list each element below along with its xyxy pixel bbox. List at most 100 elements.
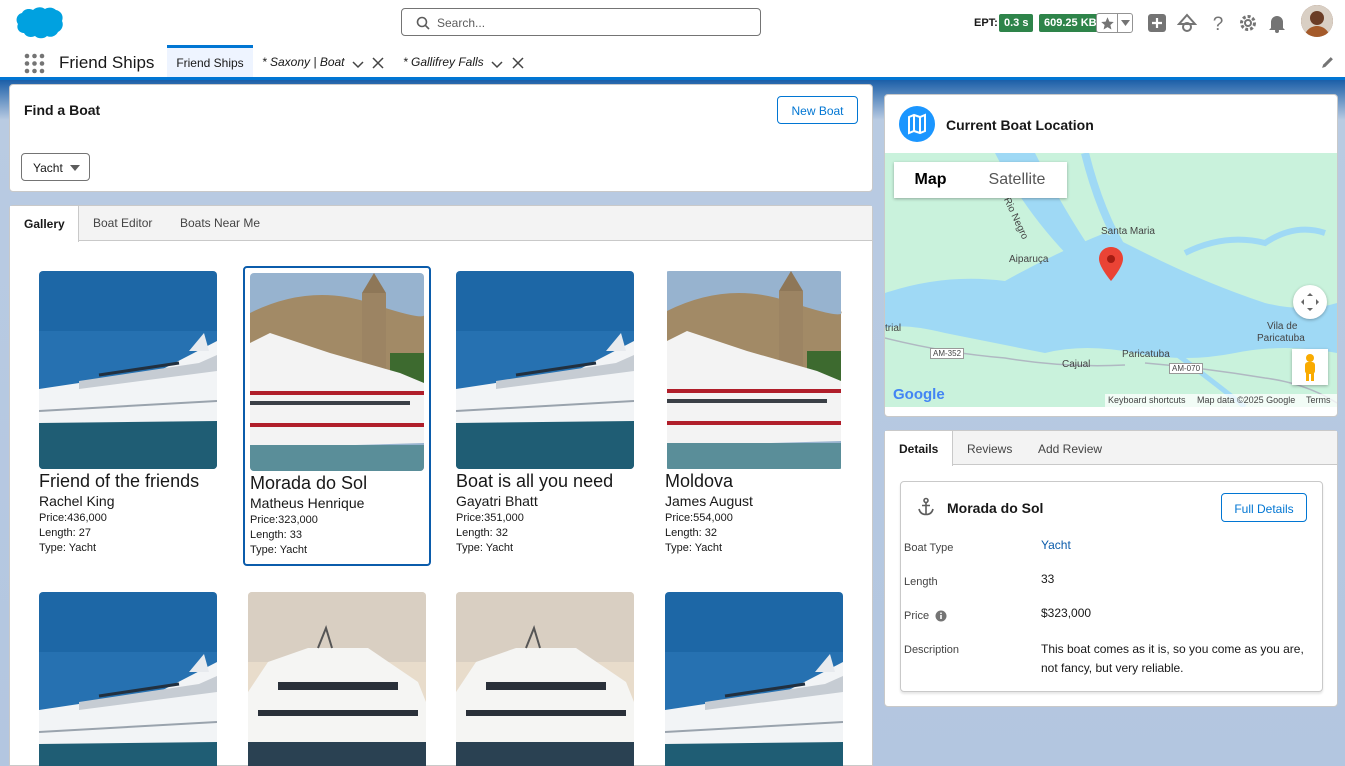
- tab-friend-ships[interactable]: Friend Ships: [167, 45, 253, 77]
- gear-icon[interactable]: [1238, 13, 1258, 33]
- boat-owner: James August: [665, 493, 753, 509]
- boat-image: [39, 271, 217, 469]
- star-icon: [1101, 17, 1114, 30]
- map-type-map[interactable]: Map: [894, 162, 967, 198]
- boat-image: [250, 273, 424, 471]
- field-value-boat-type[interactable]: Yacht: [1041, 538, 1071, 552]
- boat-image: [456, 271, 634, 469]
- tab-gallifrey-chevron-down-icon[interactable]: [491, 58, 503, 70]
- boat-length: Length: 32: [456, 527, 508, 539]
- map-title: Current Boat Location: [946, 117, 1094, 133]
- map-type-satellite[interactable]: Satellite: [967, 162, 1067, 198]
- pegman-button[interactable]: [1292, 349, 1328, 385]
- map-keyboard-shortcuts[interactable]: Keyboard shortcuts: [1108, 395, 1186, 405]
- favorites-button[interactable]: [1096, 13, 1133, 33]
- global-search-input[interactable]: Search...: [401, 8, 761, 36]
- tab-gallery[interactable]: Gallery: [10, 206, 79, 242]
- boat-price: Price:323,000: [250, 514, 318, 526]
- salesforce-logo[interactable]: [12, 6, 64, 42]
- boat-tile-1[interactable]: Friend of the friends Rachel King Price:…: [39, 271, 217, 554]
- boat-tile-8[interactable]: [665, 592, 843, 766]
- field-label-boat-type: Boat Type: [904, 542, 954, 554]
- boat-tile-6[interactable]: [248, 592, 426, 766]
- ept-label: EPT:: [974, 17, 998, 29]
- boat-image: [456, 592, 634, 766]
- boat-name: Moldova: [665, 471, 734, 491]
- boat-type-select[interactable]: Yacht: [21, 153, 90, 181]
- move-arrows-icon: [1301, 293, 1319, 311]
- user-avatar[interactable]: [1301, 5, 1333, 37]
- field-value-description: This boat comes as it is, so you come as…: [1041, 642, 1304, 675]
- tab-saxony-chevron-down-icon[interactable]: [352, 58, 364, 70]
- boat-length: Length: 27: [39, 527, 91, 539]
- find-boat-title: Find a Boat: [24, 102, 101, 118]
- anchor-icon: [918, 497, 934, 516]
- boat-price: Price:351,000: [456, 512, 524, 524]
- info-icon[interactable]: [935, 610, 947, 622]
- map-pin-icon[interactable]: [1099, 247, 1123, 281]
- map-label-cajual: Cajual: [1062, 359, 1091, 370]
- help-icon[interactable]: ?: [1208, 13, 1228, 33]
- field-label-length: Length: [904, 576, 938, 588]
- dropdown-arrow-icon: [70, 165, 80, 171]
- tab-boats-near-me[interactable]: Boats Near Me: [180, 216, 260, 230]
- chevron-down-icon: [1121, 20, 1130, 26]
- tab-boat-editor[interactable]: Boat Editor: [93, 216, 152, 230]
- notification-bell-icon[interactable]: [1267, 13, 1287, 33]
- ept-badge: 0.3 s: [999, 14, 1034, 32]
- boat-image: [248, 592, 426, 766]
- google-logo: Google: [893, 386, 945, 403]
- map-icon: [899, 106, 935, 142]
- map-label-aiparuca: Aiparuça: [1009, 254, 1049, 265]
- boat-tile-4[interactable]: Moldova James August Price:554,000 Lengt…: [665, 271, 843, 554]
- boat-image: [665, 271, 843, 469]
- tab-reviews[interactable]: Reviews: [967, 442, 1012, 456]
- map-data-credit: Map data ©2025 Google: [1197, 395, 1296, 405]
- boat-type: Type: Yacht: [250, 544, 308, 556]
- boat-type: Type: Yacht: [665, 542, 723, 554]
- boat-price: Price:554,000: [665, 512, 733, 524]
- tab-add-review[interactable]: Add Review: [1038, 442, 1102, 456]
- find-boat-card: [9, 84, 873, 192]
- boat-type: Type: Yacht: [456, 542, 514, 554]
- app-name: Friend Ships: [59, 53, 155, 72]
- map-pan-control[interactable]: [1293, 285, 1327, 319]
- boat-price: Price:436,000: [39, 512, 107, 524]
- boat-owner: Rachel King: [39, 493, 115, 509]
- field-label-description: Description: [904, 644, 960, 656]
- boat-tile-3[interactable]: Boat is all you need Gayatri Bhatt Price…: [456, 271, 634, 554]
- map-label-trial: trial: [885, 323, 902, 334]
- boat-type-value: Yacht: [33, 161, 63, 175]
- new-boat-button[interactable]: New Boat: [777, 96, 858, 124]
- map-label-vila: Vila de: [1267, 321, 1298, 332]
- search-icon: [416, 16, 430, 30]
- tab-saxony-close-icon[interactable]: [372, 57, 384, 69]
- edit-pencil-icon[interactable]: [1321, 56, 1334, 69]
- boat-name: Friend of the friends: [39, 471, 200, 491]
- boat-type: Type: Yacht: [39, 542, 97, 554]
- global-actions-icon[interactable]: [1147, 13, 1167, 33]
- boat-tile-2[interactable]: Morada do Sol Matheus Henrique Price:323…: [250, 273, 424, 556]
- boat-tile-7[interactable]: [456, 592, 634, 766]
- boat-owner: Matheus Henrique: [250, 495, 365, 511]
- boat-length: Length: 32: [665, 527, 717, 539]
- map-terms-link[interactable]: Terms: [1306, 395, 1331, 405]
- boat-image: [39, 592, 217, 766]
- boat-name: Boat is all you need: [456, 471, 614, 491]
- field-value-price: $323,000: [1041, 606, 1092, 620]
- field-value-length: 33: [1041, 572, 1055, 586]
- map-road-am070: AM-070: [1169, 363, 1204, 374]
- page-size-badge: 609.25 KB: [1039, 14, 1102, 32]
- tab-details[interactable]: Details: [885, 431, 953, 466]
- boat-image: [665, 592, 843, 766]
- search-placeholder: Search...: [437, 16, 486, 30]
- boat-owner: Gayatri Bhatt: [456, 493, 538, 509]
- app-launcher-icon[interactable]: [24, 53, 45, 74]
- map-label-paricatuba-east: Paricatuba: [1257, 333, 1305, 344]
- trailhead-icon[interactable]: [1177, 13, 1197, 33]
- detail-boat-name: Morada do Sol: [947, 500, 1044, 516]
- svg-text:?: ?: [1213, 14, 1224, 33]
- full-details-button[interactable]: Full Details: [1221, 493, 1307, 522]
- boat-tile-5[interactable]: [39, 592, 217, 766]
- tab-gallifrey-close-icon[interactable]: [512, 57, 524, 69]
